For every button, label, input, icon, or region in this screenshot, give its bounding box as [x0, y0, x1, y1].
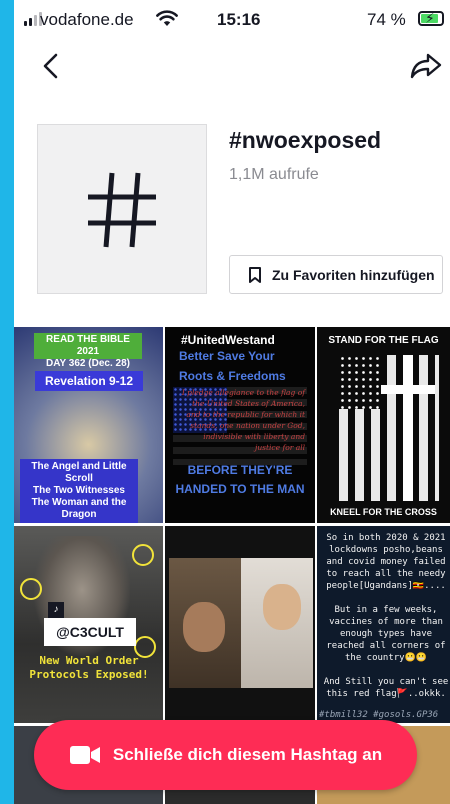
hashtag-title: #nwoexposed	[229, 127, 382, 153]
wifi-icon	[156, 10, 178, 26]
favorite-label: Zu Favoriten hinzufügen	[272, 266, 435, 283]
video-handle: @C3CULT	[44, 618, 136, 646]
video-thumbnail[interactable]: STAND FOR THE FLAG KNEEL FOR THE CROSS	[317, 327, 450, 523]
join-hashtag-label: Schließe dich diesem Hashtag an	[112, 745, 383, 764]
add-to-favorites-button[interactable]: Zu Favoriten hinzufügen	[229, 255, 443, 294]
video-text-bottom: KNEEL FOR THE CROSS	[330, 507, 437, 517]
person-image	[183, 602, 225, 652]
battery-icon: ⚡	[418, 10, 444, 26]
join-hashtag-button[interactable]: Schließe dich diesem Hashtag an	[34, 720, 417, 790]
video-camera-icon	[69, 746, 100, 764]
status-bar: vodafone.de 15:16 74 % ⚡	[14, 0, 450, 40]
flag-stars	[339, 355, 381, 409]
video-thumbnail[interactable]: ♪ @C3CULT New World Order Protocols Expo…	[14, 526, 163, 723]
video-text: So in both 2020 & 2021 lockdowns posho,b…	[323, 533, 449, 699]
video-banner: READ THE BIBLE 2021 DAY 362 (Dec. 28)	[34, 333, 142, 369]
video-text-bottom: BEFORE THEY'RE HANDED TO THE MAN	[175, 463, 305, 496]
clock: 15:16	[217, 10, 261, 29]
video-thumbnail[interactable]: READ THE BIBLE 2021 DAY 362 (Dec. 28) Re…	[14, 327, 163, 523]
video-caption: The Angel and Little Scroll The Two Witn…	[20, 459, 138, 523]
video-caption: New World Order Protocols Exposed!	[29, 654, 149, 681]
video-title: Revelation 9-12	[35, 371, 143, 391]
view-count: 1,1M aufrufe	[229, 166, 319, 183]
cross-image	[381, 385, 435, 394]
video-tags: #tbmill32 #gosols.GP36	[319, 710, 439, 720]
battery-percent: 74 %	[367, 10, 406, 29]
video-thumbnail[interactable]: So in both 2020 & 2021 lockdowns posho,b…	[317, 526, 450, 723]
video-thumbnail[interactable]	[165, 526, 315, 723]
share-icon[interactable]	[410, 52, 442, 80]
carrier-name: vodafone.de	[40, 10, 134, 29]
video-thumbnail[interactable]: #UnitedWestand Better Save Your Roots & …	[165, 327, 315, 523]
hash-icon	[88, 172, 156, 248]
smiley-icon	[132, 544, 154, 566]
video-hashtag: #UnitedWestand	[181, 333, 275, 347]
video-text-top: STAND FOR THE FLAG	[328, 335, 439, 346]
video-text-line: Better Save Your	[179, 349, 275, 363]
person-image	[263, 584, 301, 630]
hashtag-thumbnail	[37, 124, 207, 294]
phone-screen: vodafone.de 15:16 74 % ⚡ #nwoexposed 1,1…	[14, 0, 450, 804]
bookmark-icon	[249, 266, 261, 283]
back-arrow-icon[interactable]	[38, 52, 66, 80]
cross-image	[403, 355, 413, 501]
smiley-icon	[20, 578, 42, 600]
tiktok-logo-icon: ♪	[48, 602, 64, 618]
pledge-text: I pledge allegiance to the flag of the U…	[181, 388, 305, 452]
video-text-line: Roots & Freedoms	[179, 369, 286, 383]
